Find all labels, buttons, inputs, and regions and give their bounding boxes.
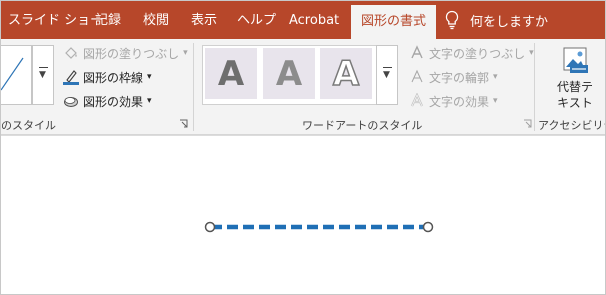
shape-style-gallery[interactable] [1, 45, 32, 105]
dialog-launcher-icon[interactable] [523, 119, 532, 128]
shape-styles-group-label: のスタイル [1, 119, 56, 132]
shape-outline-label: 図形の枠線 [83, 70, 144, 85]
line-start-handle [204, 221, 216, 233]
shape-style-gallery-more-button[interactable]: ▼ [32, 45, 54, 105]
wordart-group-label: ワードアートのスタイル [302, 119, 423, 132]
shape-fill-label: 図形の塗りつぶし [83, 46, 180, 61]
text-fill-icon [411, 45, 423, 59]
text-effects-icon [410, 93, 424, 107]
alt-text-icon [563, 47, 588, 73]
tell-me-label: 何をしますか [470, 14, 549, 30]
text-outline-button[interactable]: 文字の輪郭 ▾ [409, 66, 498, 88]
tab-shape-format[interactable]: 図形の書式 [351, 5, 437, 39]
text-effects-label: 文字の効果 [429, 94, 490, 109]
text-effects-button[interactable]: 文字の効果 ▾ [409, 90, 498, 112]
group-separator [534, 43, 535, 131]
text-outline-label: 文字の輪郭 [429, 70, 490, 85]
tab-view[interactable]: 表示 [191, 1, 217, 39]
selected-dashed-line[interactable] [1, 136, 606, 295]
tab-acrobat[interactable]: Acrobat [289, 1, 339, 39]
tab-slide-show[interactable]: スライド ショー [8, 1, 103, 39]
chevron-down-icon: ▾ [493, 96, 498, 106]
alt-text-button[interactable]: 代替テ キスト [550, 45, 600, 111]
wordart-style-3[interactable]: A [320, 48, 372, 99]
chevron-down-icon: ▾ [183, 48, 188, 58]
tab-review[interactable]: 校閲 [143, 1, 169, 39]
lightbulb-icon [445, 10, 459, 30]
wordart-gallery-more-button[interactable]: ▼ [376, 45, 398, 105]
more-bar-icon [383, 67, 392, 68]
line-style-preview-icon [1, 57, 24, 91]
chevron-down-icon: ▾ [147, 72, 152, 82]
group-separator [193, 43, 194, 131]
line-end-handle [422, 221, 434, 233]
shape-effects-label: 図形の効果 [83, 94, 144, 109]
shape-outline-button[interactable]: 図形の枠線 ▾ [63, 66, 152, 88]
dialog-launcher-icon[interactable] [179, 119, 188, 128]
shape-effects-icon [64, 97, 78, 107]
tab-record[interactable]: 記録 [95, 1, 121, 39]
app-window: スライド ショー 記録 校閲 表示 ヘルプ Acrobat 図形の書式 何をしま… [0, 0, 606, 295]
wordart-sample: A [275, 53, 303, 94]
chevron-down-icon: ▼ [39, 70, 46, 80]
alt-text-label-line2: キスト [557, 96, 593, 110]
pen-outline-icon [63, 70, 79, 85]
wordart-sample: A [217, 53, 245, 94]
text-outline-icon [411, 69, 423, 83]
accessibility-group-label: アクセシビリティ [538, 119, 605, 132]
tell-me-search[interactable]: 何をしますか [444, 1, 548, 39]
chevron-down-icon: ▾ [147, 96, 152, 106]
slide-canvas [1, 135, 606, 295]
chevron-down-icon: ▼ [383, 70, 390, 80]
chevron-down-icon: ▾ [493, 72, 498, 82]
wordart-sample: A [332, 53, 360, 95]
tab-help[interactable]: ヘルプ [237, 1, 276, 39]
alt-text-label-line1: 代替テ [556, 80, 593, 94]
text-fill-button[interactable]: 文字の塗りつぶし ▾ [409, 42, 534, 64]
wordart-style-1[interactable]: A [205, 48, 257, 99]
chevron-down-icon: ▾ [529, 48, 534, 58]
more-bar-icon [39, 67, 48, 68]
text-fill-label: 文字の塗りつぶし [429, 46, 526, 61]
shape-fill-button[interactable]: 図形の塗りつぶし ▾ [63, 42, 188, 64]
ribbon-tab-bar: スライド ショー 記録 校閲 表示 ヘルプ Acrobat 図形の書式 何をしま… [1, 1, 605, 39]
paint-bucket-icon [65, 47, 77, 59]
wordart-style-2[interactable]: A [263, 48, 315, 99]
shape-effects-button[interactable]: 図形の効果 ▾ [63, 90, 152, 112]
ribbon: ▼ 図形の塗りつぶし ▾ 図形の枠線 ▾ 図形の効果 ▾ のスタイル A A A… [1, 39, 605, 135]
